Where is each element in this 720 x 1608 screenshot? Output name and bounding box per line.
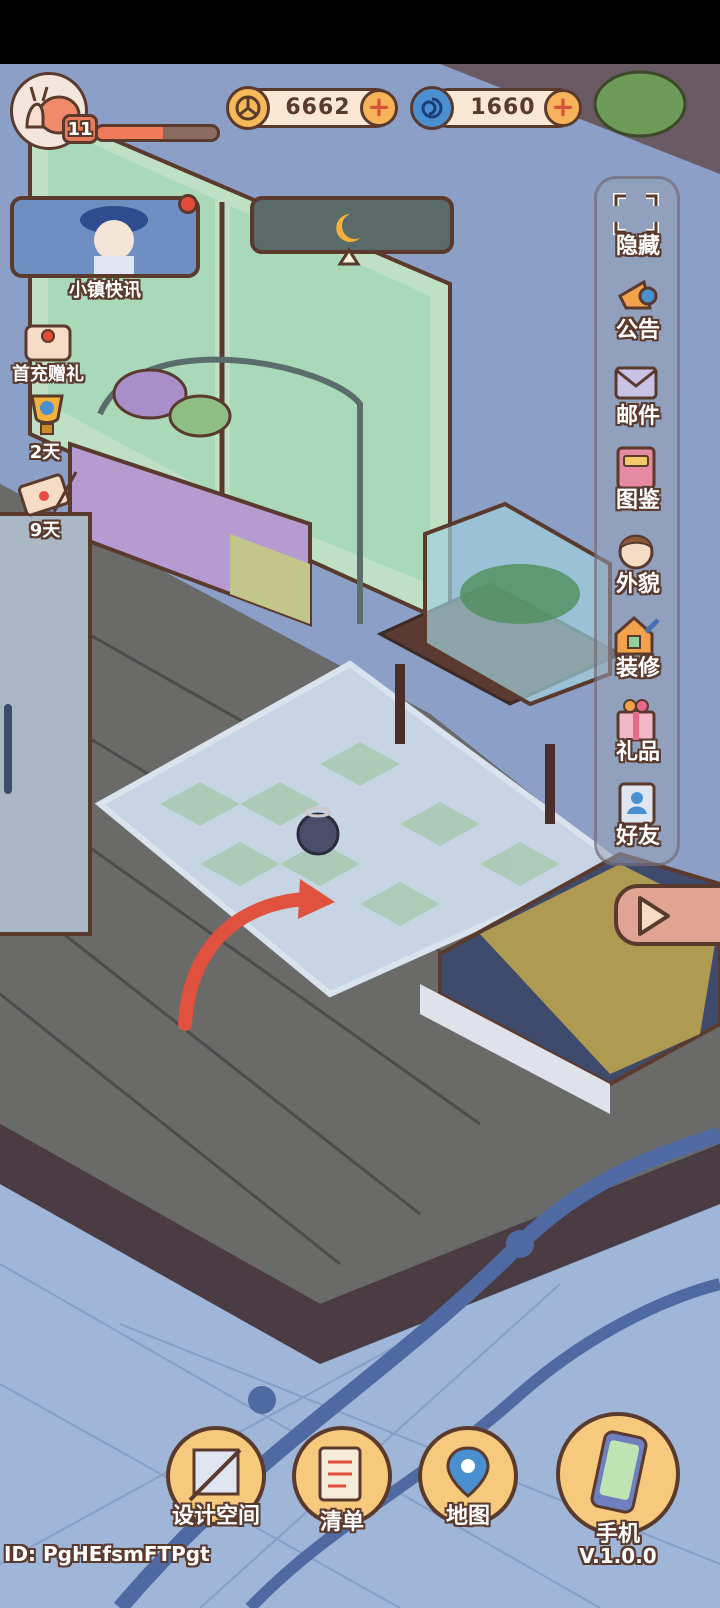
collection-label: 图鉴: [615, 488, 660, 513]
mail-button[interactable]: 邮件: [600, 356, 676, 440]
phone-icon: [590, 1430, 648, 1514]
news-notification-dot: [178, 194, 198, 214]
swirl-gem-icon: [410, 86, 454, 130]
decorate-label: 装修: [615, 656, 660, 681]
map-label: 地图: [445, 1504, 490, 1529]
player-id-text: ID: PgHEfsmFTPgt: [4, 1542, 210, 1566]
gift-label: 礼品: [615, 740, 660, 765]
add-coin-button[interactable]: +: [360, 89, 398, 127]
sealed-letter-icon: [17, 471, 78, 517]
version-text: V.1.0.0: [579, 1544, 657, 1568]
first-recharge-label: 首充赠礼: [12, 364, 84, 385]
add-gem-button[interactable]: +: [544, 89, 582, 127]
expand-arrow-button[interactable]: [614, 884, 720, 946]
trophy-event-button[interactable]: [22, 390, 72, 442]
design-space-label: 设计空间: [171, 1504, 260, 1529]
letter-event-button[interactable]: [14, 466, 78, 520]
gift-letter-icon: [24, 324, 72, 362]
appearance-button[interactable]: 外貌: [600, 524, 676, 608]
announcement-label: 公告: [615, 318, 660, 343]
friends-button[interactable]: 好友: [600, 776, 676, 860]
decorate-button[interactable]: 装修: [600, 608, 676, 692]
mail-label: 邮件: [615, 404, 660, 429]
checklist-label: 清单: [319, 1510, 364, 1535]
friends-label: 好友: [615, 824, 660, 849]
news-character-portrait: [14, 200, 196, 274]
hide-ui-label: 隐藏: [615, 234, 660, 259]
first-recharge-gift-button[interactable]: [20, 318, 76, 366]
town-news-label: 小镇快讯: [69, 280, 141, 301]
town-news-card[interactable]: [10, 196, 200, 278]
appearance-label: 外貌: [615, 572, 660, 597]
xp-progress-fill: [97, 127, 163, 139]
letter-days-label: 9天: [29, 520, 61, 541]
gift-button[interactable]: 礼品: [600, 692, 676, 776]
player-level-badge: 11: [62, 114, 98, 144]
trophy-icon: [30, 394, 64, 435]
trophy-days-label: 2天: [29, 442, 61, 463]
xp-progress-bar: [94, 124, 220, 142]
announcement-button[interactable]: 公告: [600, 270, 676, 354]
hide-ui-button[interactable]: 隐藏: [600, 186, 676, 270]
coin-icon: [226, 86, 270, 130]
collection-button[interactable]: 图鉴: [600, 440, 676, 524]
play-arrow-icon: [638, 896, 670, 936]
